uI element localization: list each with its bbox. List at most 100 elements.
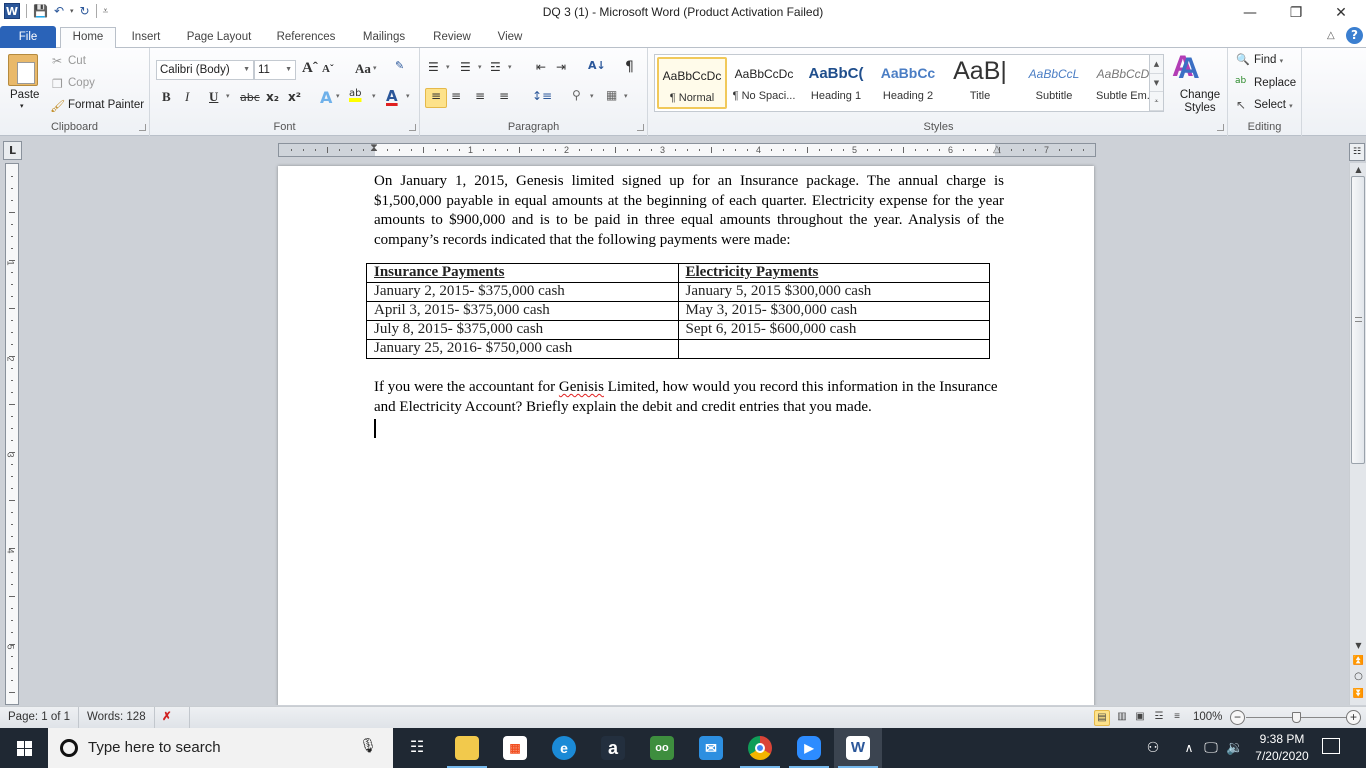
show-marks-icon[interactable]: ¶ (625, 59, 634, 75)
paste-button[interactable]: Paste (10, 89, 39, 101)
align-left-icon[interactable]: ≡ (425, 88, 447, 108)
word-taskbar-button[interactable]: W (834, 728, 882, 768)
table-cell[interactable]: Sept 6, 2015- $600,000 cash (677, 320, 990, 340)
save-icon[interactable]: 💾 (33, 4, 48, 18)
decrease-indent-icon[interactable]: ⇤ (536, 60, 546, 74)
multilevel-list-icon[interactable]: ☲ (490, 60, 501, 74)
people-icon[interactable]: ⚇ (1142, 728, 1164, 768)
table-cell[interactable] (677, 339, 990, 359)
chrome-button[interactable] (736, 728, 784, 768)
font-name-combo[interactable]: Calibri (Body) ▼ (156, 60, 254, 80)
undo-icon[interactable]: ↶ (54, 4, 64, 18)
outline-view-icon[interactable]: ☲ (1151, 710, 1167, 726)
word-app-icon[interactable]: W (4, 3, 20, 19)
superscript-icon[interactable]: x² (288, 90, 301, 104)
format-painter-button[interactable]: Format Painter (68, 99, 144, 111)
taskbar-search-box[interactable]: Type here to search 🎙 (48, 728, 393, 768)
system-clock[interactable]: 9:38 PM 7/20/2020 (1250, 731, 1314, 765)
shrink-font-icon[interactable]: Aˇ (322, 63, 334, 75)
strikethrough-icon[interactable]: abc (240, 91, 260, 104)
page-count[interactable]: Page: 1 of 1 (0, 707, 80, 728)
text-effects-icon[interactable]: A (320, 88, 332, 107)
minimize-ribbon-icon[interactable]: △ (1327, 30, 1335, 41)
question-paragraph[interactable]: If you were the accountant for Genisis L… (374, 378, 1004, 417)
view-ruler-button[interactable]: ☷ (1349, 143, 1365, 161)
indent-marker-icon[interactable]: ⧗ (368, 141, 380, 159)
tab-references[interactable]: References (270, 28, 342, 48)
find-button[interactable]: Find ▾ (1254, 54, 1283, 66)
font-size-combo[interactable]: 11 ▼ (254, 60, 296, 80)
misspelled-word[interactable]: Genisis (559, 379, 604, 395)
table-cell[interactable]: January 25, 2016- $750,000 cash (366, 339, 679, 359)
close-button[interactable]: ✕ (1318, 0, 1364, 26)
gallery-up-icon[interactable]: ▲ (1150, 55, 1163, 74)
right-indent-marker-icon[interactable]: △ (993, 144, 1001, 155)
notification-center-icon[interactable] (1322, 738, 1340, 754)
draft-view-icon[interactable]: ≡ (1169, 710, 1185, 726)
style-normal[interactable]: AaBbCcDc ¶ Normal (657, 57, 727, 109)
customize-qat-icon[interactable]: ⩡ (103, 6, 109, 17)
start-button[interactable] (0, 728, 48, 768)
select-browse-object-icon[interactable]: ○ (1350, 670, 1366, 684)
italic-icon[interactable]: I (185, 89, 189, 105)
tripadvisor-button[interactable]: oo (638, 728, 686, 768)
next-page-icon[interactable]: ⏬ (1350, 687, 1366, 701)
insurance-header[interactable]: Insurance Payments (366, 263, 679, 283)
clear-formatting-icon[interactable]: ✎ (395, 59, 404, 72)
bold-icon[interactable]: B (162, 89, 171, 105)
table-cell[interactable]: April 3, 2015- $375,000 cash (366, 301, 679, 321)
gallery-more-icon[interactable]: ⩡ (1150, 92, 1163, 111)
borders-icon[interactable]: ▦ (606, 88, 617, 102)
tab-home[interactable]: Home (60, 27, 116, 48)
zoom-slider-thumb[interactable] (1292, 712, 1301, 723)
zoom-level[interactable]: 100% (1193, 707, 1222, 728)
scroll-up-icon[interactable]: ▲ (1350, 163, 1366, 177)
change-styles-icon[interactable]: A (1178, 52, 1200, 86)
font-launcher-icon[interactable] (409, 124, 416, 131)
style-heading-2[interactable]: AaBbCc Heading 2 (873, 57, 943, 109)
clipboard-launcher-icon[interactable] (139, 124, 146, 131)
scrollbar-thumb[interactable] (1351, 176, 1365, 464)
word-count[interactable]: Words: 128 (79, 707, 155, 728)
paragraph-launcher-icon[interactable] (637, 124, 644, 131)
payments-table[interactable]: Insurance Payments Electricity Payments … (366, 263, 990, 359)
vertical-scrollbar[interactable]: ▲ ▼ ⏫ ○ ⏬ (1349, 163, 1366, 705)
file-explorer-button[interactable] (443, 728, 491, 768)
task-view-button[interactable]: ☷ (393, 728, 441, 768)
align-right-icon[interactable]: ≡ (475, 89, 485, 103)
microsoft-store-button[interactable]: ▦ (491, 728, 539, 768)
proofing-error-icon[interactable]: ✗ (154, 707, 190, 728)
styles-launcher-icon[interactable] (1217, 124, 1224, 131)
cut-button[interactable]: Cut (68, 55, 86, 67)
restore-button[interactable]: ❐ (1273, 0, 1319, 26)
microphone-icon[interactable]: 🎙 (359, 738, 377, 754)
zoom-in-icon[interactable]: + (1346, 710, 1361, 725)
minimize-button[interactable]: — (1227, 0, 1273, 26)
paste-icon[interactable] (8, 54, 38, 86)
shading-icon[interactable]: ⚲ (572, 88, 581, 102)
increase-indent-icon[interactable]: ⇥ (556, 60, 566, 74)
intro-paragraph[interactable]: On January 1, 2015, Genesis limited sign… (374, 172, 1004, 250)
bullets-icon[interactable]: ☰ (428, 60, 439, 74)
web-layout-icon[interactable]: ▣ (1132, 710, 1148, 726)
sort-icon[interactable]: A↓ (588, 59, 606, 72)
tab-review[interactable]: Review (426, 28, 478, 48)
previous-page-icon[interactable]: ⏫ (1350, 654, 1366, 668)
electricity-header[interactable]: Electricity Payments (677, 263, 990, 283)
document-area[interactable]: On January 1, 2015, Genesis limited sign… (24, 163, 1349, 705)
tab-file[interactable]: File (0, 26, 56, 48)
edge-button[interactable]: e (540, 728, 588, 768)
style-no-spacing[interactable]: AaBbCcDc ¶ No Spaci... (729, 57, 799, 109)
zoom-app-button[interactable]: ▶ (785, 728, 833, 768)
amazon-button[interactable]: a (589, 728, 637, 768)
change-styles-button[interactable]: Change Styles (1176, 89, 1224, 115)
tab-selector-button[interactable]: L (3, 141, 22, 160)
justify-icon[interactable]: ≡ (499, 89, 509, 103)
volume-icon[interactable]: 🔉 (1224, 728, 1246, 768)
undo-dropdown-icon[interactable]: ▾ (70, 7, 74, 15)
change-case-icon[interactable]: Aa (355, 61, 371, 77)
print-layout-view-icon[interactable]: ▤ (1094, 710, 1110, 726)
copy-button[interactable]: Copy (68, 77, 95, 89)
underline-icon[interactable]: U (209, 89, 218, 105)
vertical-ruler[interactable]: 1 2 3 4 5 (5, 163, 19, 705)
